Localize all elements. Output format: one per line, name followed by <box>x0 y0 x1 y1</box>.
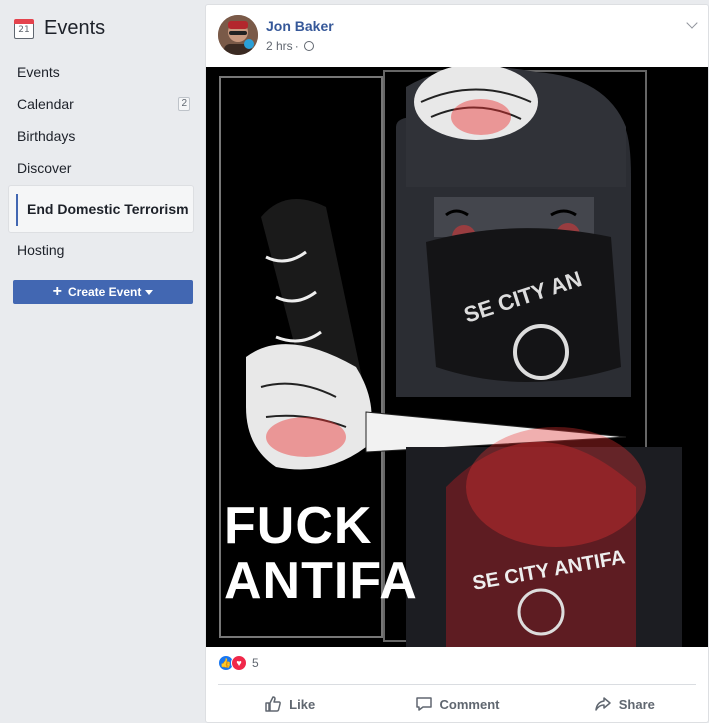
image-caption-line-2: ANTIFA <box>224 552 418 610</box>
post-author[interactable]: Jon Baker <box>266 18 334 34</box>
post-card: Jon Baker 2 hrs · SE CITY AN SE CITY ANT… <box>205 4 709 723</box>
reaction-count: 5 <box>252 656 259 670</box>
sidebar-nav: Events Calendar 2 Birthdays Discover End… <box>8 56 194 266</box>
sidebar-item-label: Events <box>17 64 60 80</box>
post-image[interactable]: SE CITY AN SE CITY ANTIFA FUCK ANTIFA <box>206 67 708 647</box>
sidebar-item-hosting[interactable]: Hosting <box>8 234 194 266</box>
post-actions: Like Comment Share <box>206 687 708 721</box>
sidebar-title: Events <box>44 17 106 39</box>
sidebar-item-label: Hosting <box>17 242 65 258</box>
sidebar-item-end-domestic-terrorism[interactable]: End Domestic Terrorism <box>8 185 194 233</box>
sidebar-item-discover[interactable]: Discover <box>8 152 194 184</box>
like-button[interactable]: Like <box>206 687 373 721</box>
sidebar-item-label: Discover <box>17 160 72 176</box>
caret-down-icon <box>145 289 154 295</box>
chevron-down-icon[interactable] <box>686 17 698 29</box>
thumbs-up-icon <box>265 696 282 712</box>
sidebar-item-label: End Domestic Terrorism <box>27 201 189 217</box>
share-label: Share <box>618 696 655 712</box>
post-time[interactable]: 2 hrs <box>266 39 293 53</box>
like-label: Like <box>289 696 316 712</box>
globe-icon <box>303 41 314 51</box>
love-reaction-icon: ♥ <box>231 655 247 671</box>
calendar-icon: 21 <box>14 18 34 39</box>
sidebar-item-events[interactable]: Events <box>8 56 194 88</box>
image-caption: FUCK ANTIFA <box>224 499 418 609</box>
sidebar-item-birthdays[interactable]: Birthdays <box>8 120 194 152</box>
post-meta: 2 hrs · <box>266 39 314 53</box>
sidebar-item-label: Birthdays <box>17 128 76 144</box>
create-event-label: Create Event <box>67 285 142 299</box>
meta-separator: · <box>294 39 299 53</box>
sidebar-header: 21 Events <box>14 17 105 40</box>
share-icon <box>595 697 611 711</box>
calendar-count-badge: 2 <box>178 97 190 111</box>
image-caption-line-1: FUCK <box>224 497 373 555</box>
share-button[interactable]: Share <box>541 687 708 721</box>
comment-icon <box>415 697 432 711</box>
comment-button[interactable]: Comment <box>373 687 540 721</box>
sidebar-item-label: Calendar <box>17 96 74 112</box>
author-avatar[interactable] <box>218 15 258 55</box>
sidebar: 21 Events Events Calendar 2 Birthdays Di… <box>0 0 205 723</box>
plus-icon: + <box>52 283 62 300</box>
sidebar-item-calendar[interactable]: Calendar 2 <box>8 88 194 120</box>
comment-label: Comment <box>439 696 500 712</box>
reactions-summary[interactable]: 👍 ♥ 5 <box>218 655 259 671</box>
action-divider <box>218 684 696 685</box>
create-event-button[interactable]: + Create Event <box>13 280 193 304</box>
